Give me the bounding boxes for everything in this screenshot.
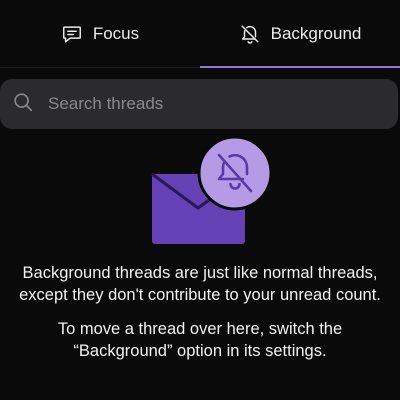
search-input[interactable] xyxy=(46,93,370,115)
description-line-1: Background threads are just like normal … xyxy=(22,264,378,282)
muted-bell-badge-icon xyxy=(197,135,273,211)
active-tab-indicator xyxy=(200,66,400,68)
search-icon xyxy=(12,91,34,118)
empty-state-instruction: To move a thread over here, switch the “… xyxy=(0,318,400,362)
description-line-2: except they don't contribute to your unr… xyxy=(19,286,381,304)
envelope-icon xyxy=(151,172,246,244)
tab-focus-label: Focus xyxy=(92,24,140,43)
empty-state-description: Background threads are just like normal … xyxy=(0,262,400,306)
bell-off-icon xyxy=(239,23,261,45)
tab-bar: Focus Background xyxy=(0,0,400,68)
tab-background[interactable]: Background xyxy=(200,0,400,68)
instruction-line-1: To move a thread over here, switch the xyxy=(57,320,343,338)
search-bar[interactable] xyxy=(0,79,398,129)
instruction-line-2: “Background” option in its settings. xyxy=(73,342,327,360)
background-threads-screen: Focus Background Search threads Backgrou… xyxy=(0,0,400,400)
chat-bubble-icon xyxy=(61,23,83,45)
tab-background-label: Background xyxy=(270,24,362,43)
tab-focus[interactable]: Focus xyxy=(0,0,200,68)
